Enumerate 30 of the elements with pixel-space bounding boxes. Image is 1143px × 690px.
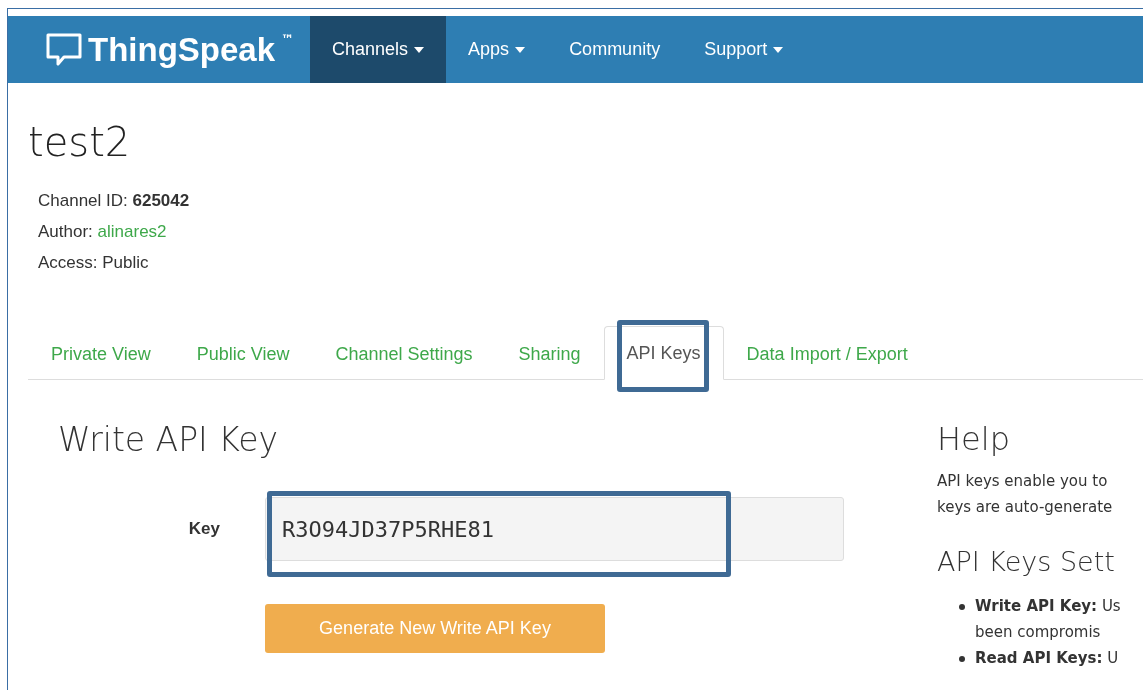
key-field[interactable]: R3O94JD37P5RHE81 <box>265 497 844 561</box>
channel-title: test2 <box>28 119 132 165</box>
section-heading: Write API Key <box>58 420 280 459</box>
author-link[interactable]: alinares2 <box>97 222 167 241</box>
nav-menu-item[interactable]: Channels <box>310 16 447 83</box>
tab[interactable]: Public View <box>173 327 313 380</box>
channel-info-line: Access: Public <box>38 252 150 274</box>
help-text: API keys enable you to <box>937 471 1109 492</box>
nav-menu-item[interactable]: Apps <box>446 16 548 83</box>
help-text: Write API Key: Us <box>975 596 1121 617</box>
nav-menu-item[interactable]: Community <box>547 16 683 83</box>
field-label: Key <box>187 519 221 539</box>
tab[interactable]: Sharing <box>495 327 604 380</box>
tab[interactable]: Private View <box>28 327 174 380</box>
brand-name[interactable]: ThingSpeak <box>88 30 276 69</box>
author-label: Author: <box>38 222 94 241</box>
speech-bubble-icon <box>46 32 82 67</box>
bullet-icon <box>959 656 965 662</box>
help-heading: Help <box>937 420 1011 458</box>
bullet-icon <box>959 604 965 610</box>
help-subheading: API Keys Sett <box>937 546 1116 577</box>
nav-menu-item[interactable]: Support <box>682 16 806 83</box>
tab[interactable]: Channel Settings <box>312 327 496 380</box>
tab[interactable]: Data Import / Export <box>723 327 931 380</box>
tab[interactable]: API Keys <box>603 326 724 380</box>
help-text: been compromis <box>975 622 1102 643</box>
trademark: ™ <box>281 32 295 47</box>
help-text: Read API Keys: U <box>975 648 1119 669</box>
channel-info-line: Channel ID: 625042 <box>38 190 191 212</box>
help-text: keys are auto-generate <box>937 497 1114 518</box>
